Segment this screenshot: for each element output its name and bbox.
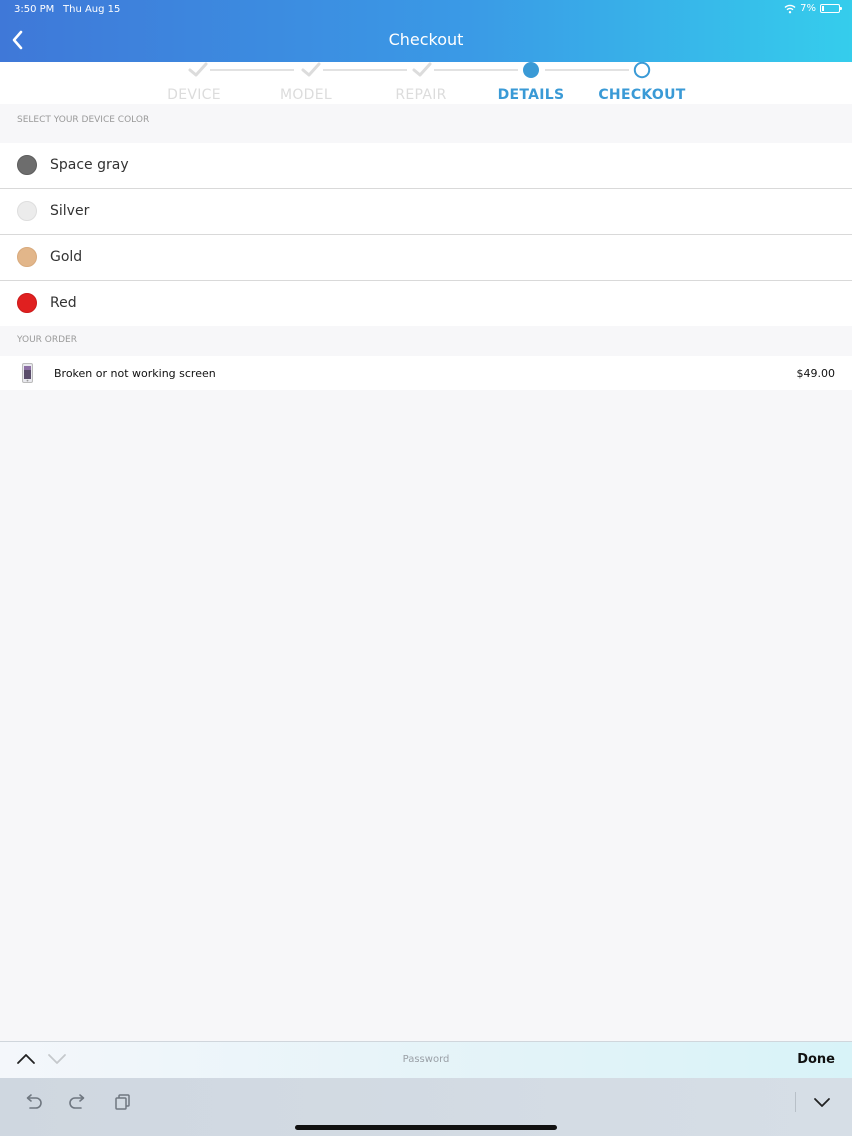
step-label-details: DETAILS [497,87,565,103]
keyboard-accessory-bar: Password Done [0,1041,852,1079]
step-device-check-icon [188,62,208,77]
focused-field-label: Password [402,1054,450,1065]
order-item-label: Broken or not working screen [54,367,216,380]
battery-percent: 7% [800,3,816,14]
step-label-device: DEVICE [167,87,221,103]
color-option-label: Red [50,295,77,311]
color-option-red[interactable]: Red [0,281,852,326]
color-option-silver[interactable]: Silver [0,189,852,235]
step-repair-check-icon [412,62,432,77]
step-checkout-ring-icon [633,62,651,79]
step-model-check-icon [301,62,321,77]
step-label-checkout: CHECKOUT [598,87,686,103]
page-title: Checkout [388,30,464,49]
color-options-list: Space gray Silver Gold Red [0,143,852,326]
step-label-model: MODEL [279,87,333,103]
step-connector [545,69,629,71]
order-item-row: Broken or not working screen $49.00 [0,356,852,390]
step-connector [434,69,518,71]
color-swatch [17,293,37,313]
redo-icon[interactable] [68,1093,88,1111]
color-option-gold[interactable]: Gold [0,235,852,281]
color-option-label: Space gray [50,157,129,173]
status-date: Thu Aug 15 [63,4,121,15]
status-time: 3:50 PM [14,4,55,15]
keyboard-dismiss-icon[interactable] [812,1093,832,1111]
battery-icon [820,4,842,13]
paste-icon[interactable] [113,1093,133,1111]
step-connector [210,69,294,71]
color-option-space-gray[interactable]: Space gray [0,143,852,189]
step-details-dot-icon [523,62,539,78]
step-label-repair: REPAIR [395,87,447,103]
progress-stepper: DEVICE MODEL REPAIR DETAILS CHECKOUT [0,62,852,104]
section-title: SELECT YOUR DEVICE COLOR [17,115,150,125]
home-indicator[interactable] [295,1125,557,1130]
done-button[interactable]: Done [797,1052,835,1067]
color-swatch [17,247,37,267]
wifi-icon [784,4,796,13]
color-option-label: Gold [50,249,83,265]
undo-icon[interactable] [23,1093,43,1111]
step-connector [323,69,407,71]
color-swatch [17,201,37,221]
nav-header: 3:50 PM Thu Aug 15 7% Checkout [0,0,852,62]
color-swatch [17,155,37,175]
color-option-label: Silver [50,203,90,219]
order-item-price: $49.00 [796,367,836,380]
status-indicators: 7% [784,3,842,14]
section-title: YOUR ORDER [17,335,77,345]
phone-thumbnail-icon [22,363,33,383]
toolbar-divider [795,1092,796,1112]
